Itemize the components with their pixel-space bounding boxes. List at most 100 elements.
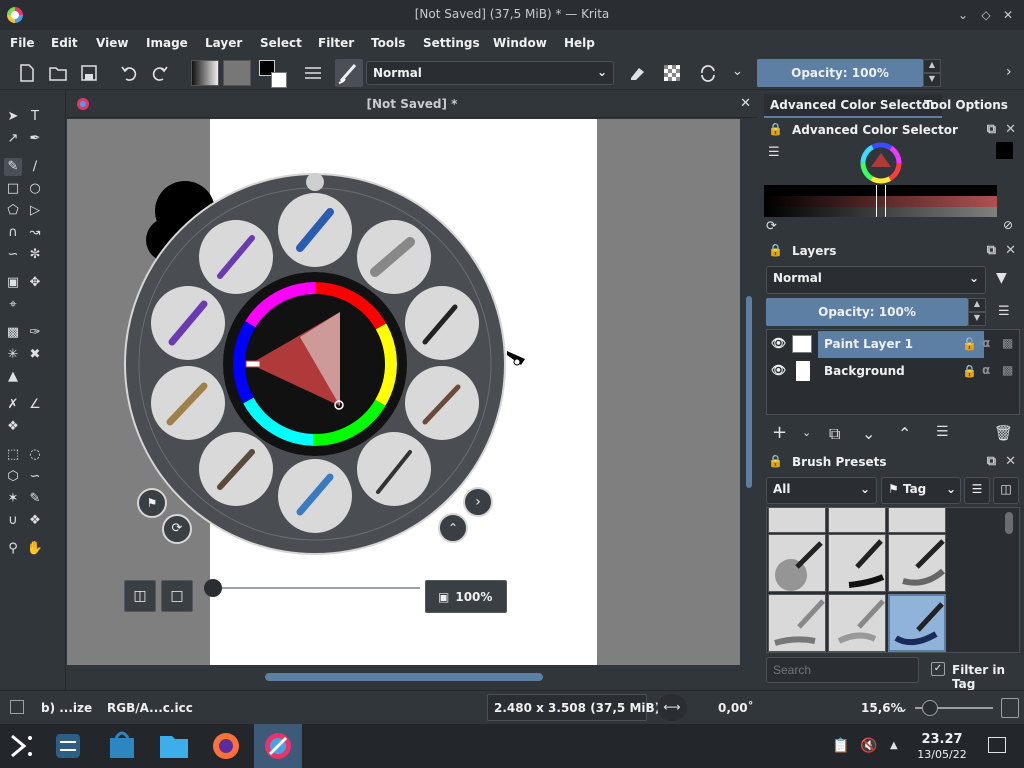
canvas-only-icon[interactable]: □ [161,580,193,612]
layer-menu-icon[interactable]: ☰ [998,304,1010,319]
line-tool-icon[interactable]: ∕ [26,158,44,176]
float-close-icons[interactable]: ⧉ ✕ [987,454,1016,469]
spin-up-icon[interactable]: ▲ [968,298,986,312]
palette-tag-icon[interactable]: ⚑ [137,488,167,518]
undo-icon[interactable] [118,62,140,84]
menu-file[interactable]: File [10,36,35,50]
freehand-brush-icon[interactable]: ✎ [4,158,22,176]
multibrush-icon[interactable]: ✼ [26,246,44,264]
brush-preset-tile[interactable] [888,534,946,592]
ellipse-select-icon[interactable]: ◌ [26,446,44,464]
freehand-select-icon[interactable]: ∽ [26,468,44,486]
zoom-tool-icon[interactable]: ⚲ [4,540,22,558]
layer-lock-icon[interactable]: 🔓 [962,337,977,351]
clear-history-icon[interactable]: ⊘ [1003,218,1013,232]
tray-expand-icon[interactable]: ▲ [890,740,898,751]
smart-patch-icon[interactable]: ✳ [4,346,22,364]
similar-select-icon[interactable]: ✎ [26,490,44,508]
alpha-lock-icon[interactable]: ▩ [1002,336,1013,350]
file-manager-icon[interactable] [152,724,196,768]
minimize-icon[interactable]: ⌄ [954,6,972,24]
menu-edit[interactable]: Edit [51,36,78,50]
visibility-eye-icon[interactable]: 👁 [771,363,786,377]
menu-select[interactable]: Select [260,36,302,50]
chevron-down-icon[interactable]: ⌄ [898,701,908,715]
layer-lock-icon[interactable]: 🔒 [962,364,977,378]
color-selector-settings-icon[interactable]: ☰ [768,145,780,160]
measure-tool-icon[interactable]: ∠ [26,396,44,414]
delete-layer-icon[interactable]: 🗑 [994,424,1013,442]
contiguous-select-icon[interactable]: ✶ [4,490,22,508]
menu-window[interactable]: Window [493,36,547,50]
menu-view[interactable]: View [96,36,128,50]
filter-in-tag-checkbox[interactable]: ✓ [931,662,945,676]
close-document-icon[interactable]: ✕ [740,96,751,111]
gradient-tool-icon[interactable]: ▩ [4,324,22,342]
spin-down-icon[interactable]: ▼ [968,312,986,326]
tag-select[interactable]: ⚑ Tag ⌄ [881,477,961,504]
show-desktop-icon[interactable] [988,737,1006,753]
ellipse-tool-icon[interactable]: ○ [26,180,44,198]
clock-time[interactable]: 23.27 [916,732,968,747]
menu-filter[interactable]: Filter [318,36,354,50]
palette-zoom-knob[interactable] [204,579,222,597]
menu-tools[interactable]: Tools [371,36,405,50]
pan-tool-icon[interactable]: ✋ [26,540,44,558]
save-icon[interactable] [78,62,100,84]
firefox-icon[interactable] [204,724,248,768]
app-launcher-icon[interactable] [0,724,44,768]
duplicate-layer-icon[interactable]: ⧉ [829,424,840,444]
palette-zoom-slider[interactable] [212,587,420,589]
assistant-tool-icon[interactable]: ✗ [4,396,22,414]
layer-name[interactable]: Paint Layer 1 [824,337,913,351]
polygon-tool-icon[interactable]: ⬠ [4,202,22,220]
eraser-icon[interactable] [625,62,647,84]
brush-settings-icon[interactable] [302,62,324,84]
bezier-tool-icon[interactable]: ∩ [4,224,22,242]
clock-date[interactable]: 13/05/22 [912,748,972,761]
fg-bg-color-swatch[interactable] [259,60,289,88]
crop-tool-icon[interactable]: ⌖ [4,296,22,314]
text-tool-icon[interactable]: T [26,108,44,126]
brush-preset-button[interactable] [335,59,363,87]
spin-down-icon[interactable]: ▼ [923,73,941,87]
rectangle-tool-icon[interactable]: □ [4,180,22,198]
palette-collapse-icon[interactable]: ⌃ [438,513,468,543]
close-icon[interactable]: ✕ [999,6,1017,24]
discover-store-icon[interactable] [100,724,144,768]
dynamic-brush-icon[interactable]: ∽ [4,246,22,264]
float-close-icons[interactable]: ⧉ ✕ [987,243,1016,258]
alpha-lock-icon[interactable] [661,62,683,84]
fill-tool-icon[interactable]: ▲ [4,368,22,386]
krita-task-icon[interactable] [254,724,302,768]
hue-ring[interactable] [859,141,903,185]
alpha-inherit-icon[interactable]: α [982,336,990,350]
layer-blend-mode-select[interactable]: Normal ⌄ [766,266,986,294]
color-picker-icon[interactable]: ✑ [26,324,44,342]
brush-preset-tile[interactable] [768,507,826,533]
brush-preset-tile-selected[interactable] [888,594,946,652]
menu-layer[interactable]: Layer [205,36,242,50]
preset-scrollbar[interactable] [1005,512,1013,534]
redo-icon[interactable] [149,62,171,84]
lock-icon[interactable]: 🔒 [768,122,783,136]
brush-preset-tile[interactable] [768,594,826,652]
edit-shapes-icon[interactable]: ↗ [4,130,22,148]
float-close-icons[interactable]: ⧉ ✕ [987,122,1016,137]
maximize-icon[interactable]: ◇ [977,6,995,24]
mirror-canvas-icon[interactable]: ◫ [124,580,156,612]
toolbar-overflow-icon[interactable]: › [1006,64,1012,80]
tab-advanced-color-selector[interactable]: Advanced Color Selector [764,94,942,118]
system-settings-icon[interactable] [46,724,90,768]
menu-image[interactable]: Image [146,36,188,50]
horizontal-scrollbar[interactable] [265,673,543,681]
brush-preset-tile[interactable] [828,594,886,652]
palette-reset-rotation-icon[interactable]: ⟳ [162,514,192,544]
rotation-icon[interactable]: ⟷ [657,694,687,721]
tab-tool-options[interactable]: Tool Options [918,94,1014,118]
clipboard-icon[interactable]: 📋 [832,738,849,754]
add-layer-icon[interactable]: + [772,422,787,443]
layer-name[interactable]: Background [824,364,905,378]
alpha-inherit-icon[interactable]: α [982,363,990,377]
chevron-down-icon[interactable]: ⌄ [802,426,811,439]
